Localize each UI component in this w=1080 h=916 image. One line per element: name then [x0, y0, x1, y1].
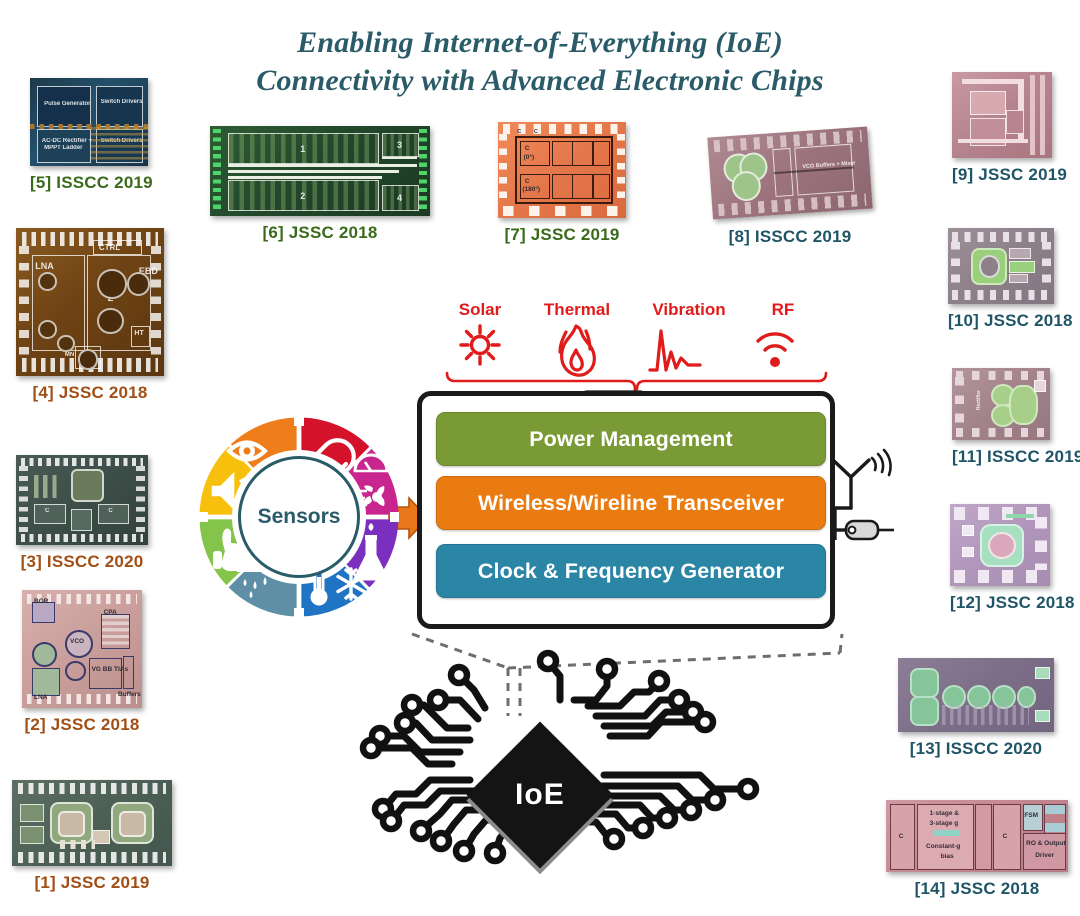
sensors-center-label: Sensors [257, 505, 341, 528]
chip-caption-14: [14] JSSC 2018 [914, 879, 1040, 898]
waveform-icon [648, 329, 702, 372]
sun-icon [459, 324, 501, 366]
chip-caption-6: [6] JSSC 2018 [262, 223, 378, 242]
block-bar-clock-generator[interactable]: Clock & Frequency Generator [436, 544, 826, 598]
eye-icon [226, 440, 268, 462]
sensors-center: Sensors [238, 456, 360, 578]
chip-thumb-10[interactable]: [10] JSSC 2018 [948, 228, 1073, 331]
ioe-chip[interactable]: IoE [330, 655, 750, 916]
chip-caption-5: [5] ISSCC 2019 [30, 173, 153, 192]
chip-caption-4: [4] JSSC 2018 [32, 383, 148, 402]
poster-canvas: Enabling Internet-of-Everything (IoE) Co… [0, 0, 1080, 916]
harvest-brace-right [635, 371, 828, 391]
chip-thumb-8[interactable]: VCO Buffers + Mixer [8] ISSCC 2019 [707, 126, 873, 247]
block-bar-transceiver[interactable]: Wireless/Wireline Transceiver [436, 476, 826, 530]
harvest-label-thermal: Thermal [543, 300, 611, 319]
harvest-brace-left [445, 371, 637, 391]
title-line-2: Connectivity with Advanced Electronic Ch… [256, 64, 824, 97]
die-photo-7: C (0°) C (180°) C C [498, 122, 626, 218]
chip-thumb-9[interactable]: [9] JSSC 2019 [952, 72, 1068, 185]
die-photo-9 [952, 72, 1052, 158]
wifi-icon [756, 332, 794, 352]
chip-caption-10: [10] JSSC 2018 [948, 311, 1073, 330]
die-photo-6: 1 2 3 4 [210, 126, 430, 216]
soc-block: Power Management Wireless/Wireline Trans… [417, 391, 835, 629]
chip-thumb-2[interactable]: BGR VCO VG BB TIAs CPA Buffers LNA [2] J… [22, 590, 142, 735]
chip-thumb-11[interactable]: Rectifier [11] ISSCC 2019 [952, 368, 1080, 467]
die-photo-4: CTRL LNA EBD Z HT MN [16, 228, 164, 376]
die-photo-1 [12, 780, 172, 866]
chip-thumb-3[interactable]: C C [3] ISSCC 2020 [16, 455, 148, 572]
flame-icon [558, 324, 596, 377]
die-photo-13 [898, 658, 1054, 732]
chip-thumb-13[interactable]: [13] ISSCC 2020 [898, 658, 1054, 759]
ioe-die: IoE [466, 721, 614, 869]
chip-caption-9: [9] JSSC 2019 [952, 165, 1068, 184]
die-photo-5: Pulse Generator Switch Drivers AC-DC Rec… [30, 78, 148, 166]
chip-caption-7: [7] JSSC 2019 [504, 225, 620, 244]
title-line-1: Enabling Internet-of-Everything (IoE) [297, 26, 783, 59]
harvest-label-rf: RF [771, 300, 795, 319]
ioe-label: IoE [515, 777, 565, 811]
chip-caption-13: [13] ISSCC 2020 [909, 739, 1043, 758]
block-bar-label: Wireless/Wireline Transceiver [477, 490, 785, 515]
die-photo-14: C 1-stage & 3-stage g Constant-g bias C … [886, 800, 1068, 872]
chip-caption-11: [11] ISSCC 2019 [952, 447, 1080, 466]
chip-caption-8: [8] ISSCC 2019 [728, 227, 852, 246]
die-photo-12 [950, 504, 1050, 586]
block-bar-label: Clock & Frequency Generator [477, 558, 785, 583]
chip-thumb-7[interactable]: C (0°) C (180°) C C [7] JSSC 2019 [498, 122, 626, 245]
chip-thumb-4[interactable]: CTRL LNA EBD Z HT MN [4] JSSC 2018 [16, 228, 164, 403]
coax-connector-icon [844, 519, 894, 541]
page-title: Enabling Internet-of-Everything (IoE) Co… [0, 24, 1080, 100]
wifi-dot-icon [770, 357, 780, 367]
die-photo-2: BGR VCO VG BB TIAs CPA Buffers LNA [22, 590, 142, 708]
harvest-label-vibration: Vibration [652, 300, 726, 319]
chip-caption-12: [12] JSSC 2018 [950, 593, 1075, 612]
chip-thumb-6[interactable]: 1 2 3 4 [6] JSSC 2018 [210, 126, 430, 243]
harvest-label-solar: Solar [458, 300, 502, 319]
chip-thumb-14[interactable]: C 1-stage & 3-stage g Constant-g bias C … [886, 800, 1068, 899]
die-photo-11: Rectifier [952, 368, 1050, 440]
die-photo-8: VCO Buffers + Mixer [707, 126, 873, 220]
die-photo-10 [948, 228, 1054, 304]
sensors-wheel: Sensors [196, 414, 402, 620]
chip-thumb-1[interactable]: [1] JSSC 2019 [12, 780, 172, 893]
block-bar-power-management[interactable]: Power Management [436, 412, 826, 466]
antenna-waves-icon [870, 448, 892, 477]
chip-caption-3: [3] ISSCC 2020 [20, 552, 144, 571]
antenna-icon [831, 458, 871, 510]
chip-caption-2: [2] JSSC 2018 [24, 715, 140, 734]
chip-thumb-12[interactable]: [12] JSSC 2018 [950, 504, 1075, 613]
chip-caption-1: [1] JSSC 2019 [34, 873, 150, 892]
die-photo-3: C C [16, 455, 148, 545]
block-bar-label: Power Management [529, 426, 733, 451]
chip-thumb-5[interactable]: Pulse Generator Switch Drivers AC-DC Rec… [30, 78, 153, 193]
